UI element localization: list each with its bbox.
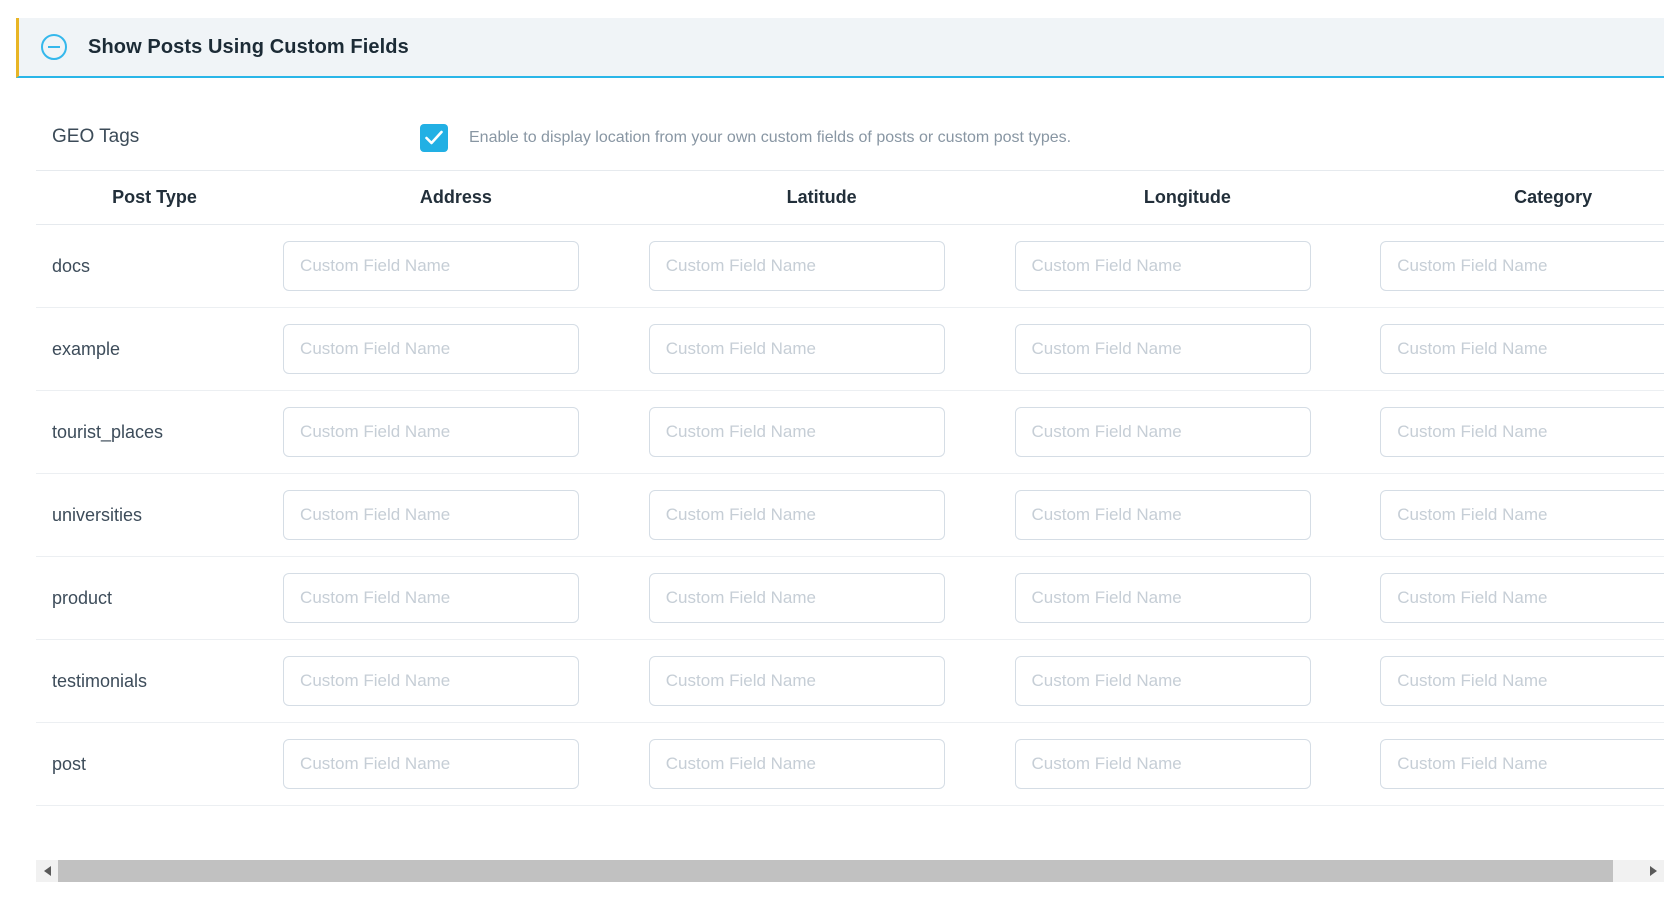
post-type-label: universities	[36, 473, 274, 557]
scroll-left-button[interactable]	[36, 860, 58, 882]
longitude-cell	[1004, 722, 1371, 806]
scrollbar-thumb[interactable]	[58, 860, 1614, 882]
minus-circle-icon[interactable]	[41, 34, 67, 60]
post-type-label: product	[36, 556, 274, 640]
latitude-field-input[interactable]	[648, 241, 945, 291]
longitude-field-input[interactable]	[1014, 407, 1311, 457]
post-type-label: testimonials	[36, 639, 274, 723]
category-cell	[1370, 639, 1664, 723]
longitude-cell	[1004, 307, 1371, 391]
column-header-address: Address	[273, 170, 639, 225]
latitude-field-input[interactable]	[648, 407, 945, 457]
longitude-cell	[1004, 473, 1371, 557]
geo-tags-label: GEO Tags	[52, 126, 140, 147]
table-row: testimonials	[36, 639, 1664, 723]
geo-tags-checkbox[interactable]	[420, 124, 448, 152]
address-cell	[273, 639, 639, 723]
longitude-cell	[1004, 556, 1371, 640]
address-cell	[273, 473, 639, 557]
panel-title: Show Posts Using Custom Fields	[88, 35, 409, 58]
category-field-input[interactable]	[1380, 407, 1664, 457]
post-type-label: example	[36, 307, 274, 391]
address-cell	[273, 390, 639, 474]
table-row: post	[36, 722, 1664, 806]
check-icon	[425, 130, 443, 145]
category-field-input[interactable]	[1380, 739, 1664, 789]
longitude-field-input[interactable]	[1014, 656, 1311, 706]
address-field-input[interactable]	[283, 241, 580, 291]
longitude-cell	[1004, 390, 1371, 474]
table-row: product	[36, 556, 1664, 640]
category-cell	[1370, 556, 1664, 640]
longitude-field-input[interactable]	[1014, 490, 1311, 540]
category-cell	[1370, 307, 1664, 391]
post-type-label: tourist_places	[36, 390, 274, 474]
post-type-label: docs	[36, 224, 274, 308]
category-field-input[interactable]	[1380, 490, 1664, 540]
category-field-input[interactable]	[1380, 573, 1664, 623]
latitude-field-input[interactable]	[648, 739, 945, 789]
latitude-field-input[interactable]	[648, 324, 945, 374]
category-cell	[1370, 722, 1664, 806]
address-field-input[interactable]	[283, 739, 580, 789]
longitude-field-input[interactable]	[1014, 241, 1311, 291]
category-field-input[interactable]	[1380, 241, 1664, 291]
table-header: Post Type Address Latitude Longitude Cat…	[36, 170, 1664, 225]
category-cell	[1370, 224, 1664, 308]
address-cell	[273, 556, 639, 640]
address-cell	[273, 722, 639, 806]
scroll-right-button[interactable]	[1642, 860, 1664, 882]
latitude-cell	[638, 473, 1005, 557]
address-field-input[interactable]	[283, 573, 580, 623]
table-row: docs	[36, 224, 1664, 308]
longitude-cell	[1004, 639, 1371, 723]
latitude-cell	[638, 556, 1005, 640]
address-field-input[interactable]	[283, 490, 580, 540]
table-body: docsexampletourist_placesuniversitiespro…	[36, 224, 1664, 806]
latitude-cell	[638, 639, 1005, 723]
custom-fields-table: Post Type Address Latitude Longitude Cat…	[36, 170, 1664, 806]
address-field-input[interactable]	[283, 407, 580, 457]
geo-tags-row: GEO Tags Enable to display location from…	[0, 118, 1664, 162]
longitude-cell	[1004, 224, 1371, 308]
address-field-input[interactable]	[283, 324, 580, 374]
latitude-field-input[interactable]	[648, 656, 945, 706]
horizontal-scrollbar[interactable]	[36, 860, 1664, 882]
address-cell	[273, 224, 639, 308]
custom-fields-table-scroll-area[interactable]: Post Type Address Latitude Longitude Cat…	[36, 170, 1664, 860]
custom-fields-settings-page: Show Posts Using Custom Fields GEO Tags …	[0, 0, 1664, 921]
triangle-left-icon	[43, 866, 51, 876]
table-row: universities	[36, 473, 1664, 557]
category-field-input[interactable]	[1380, 324, 1664, 374]
panel-header[interactable]: Show Posts Using Custom Fields	[16, 18, 1664, 78]
category-cell	[1370, 473, 1664, 557]
longitude-field-input[interactable]	[1014, 739, 1311, 789]
column-header-post-type: Post Type	[36, 170, 274, 225]
post-type-label: post	[36, 722, 274, 806]
latitude-field-input[interactable]	[648, 490, 945, 540]
table-row: tourist_places	[36, 390, 1664, 474]
latitude-cell	[638, 722, 1005, 806]
table-header-row: Post Type Address Latitude Longitude Cat…	[36, 170, 1664, 225]
column-header-category: Category	[1370, 170, 1664, 225]
column-header-latitude: Latitude	[638, 170, 1005, 225]
longitude-field-input[interactable]	[1014, 573, 1311, 623]
table-row: example	[36, 307, 1664, 391]
latitude-cell	[638, 390, 1005, 474]
latitude-cell	[638, 307, 1005, 391]
longitude-field-input[interactable]	[1014, 324, 1311, 374]
triangle-right-icon	[1649, 866, 1657, 876]
latitude-cell	[638, 224, 1005, 308]
latitude-field-input[interactable]	[648, 573, 945, 623]
geo-tags-toggle-group: Enable to display location from your own…	[420, 124, 1071, 152]
geo-tags-description: Enable to display location from your own…	[469, 129, 1072, 146]
category-field-input[interactable]	[1380, 656, 1664, 706]
category-cell	[1370, 390, 1664, 474]
address-field-input[interactable]	[283, 656, 580, 706]
address-cell	[273, 307, 639, 391]
scrollbar-track[interactable]	[58, 860, 1642, 882]
column-header-longitude: Longitude	[1004, 170, 1371, 225]
